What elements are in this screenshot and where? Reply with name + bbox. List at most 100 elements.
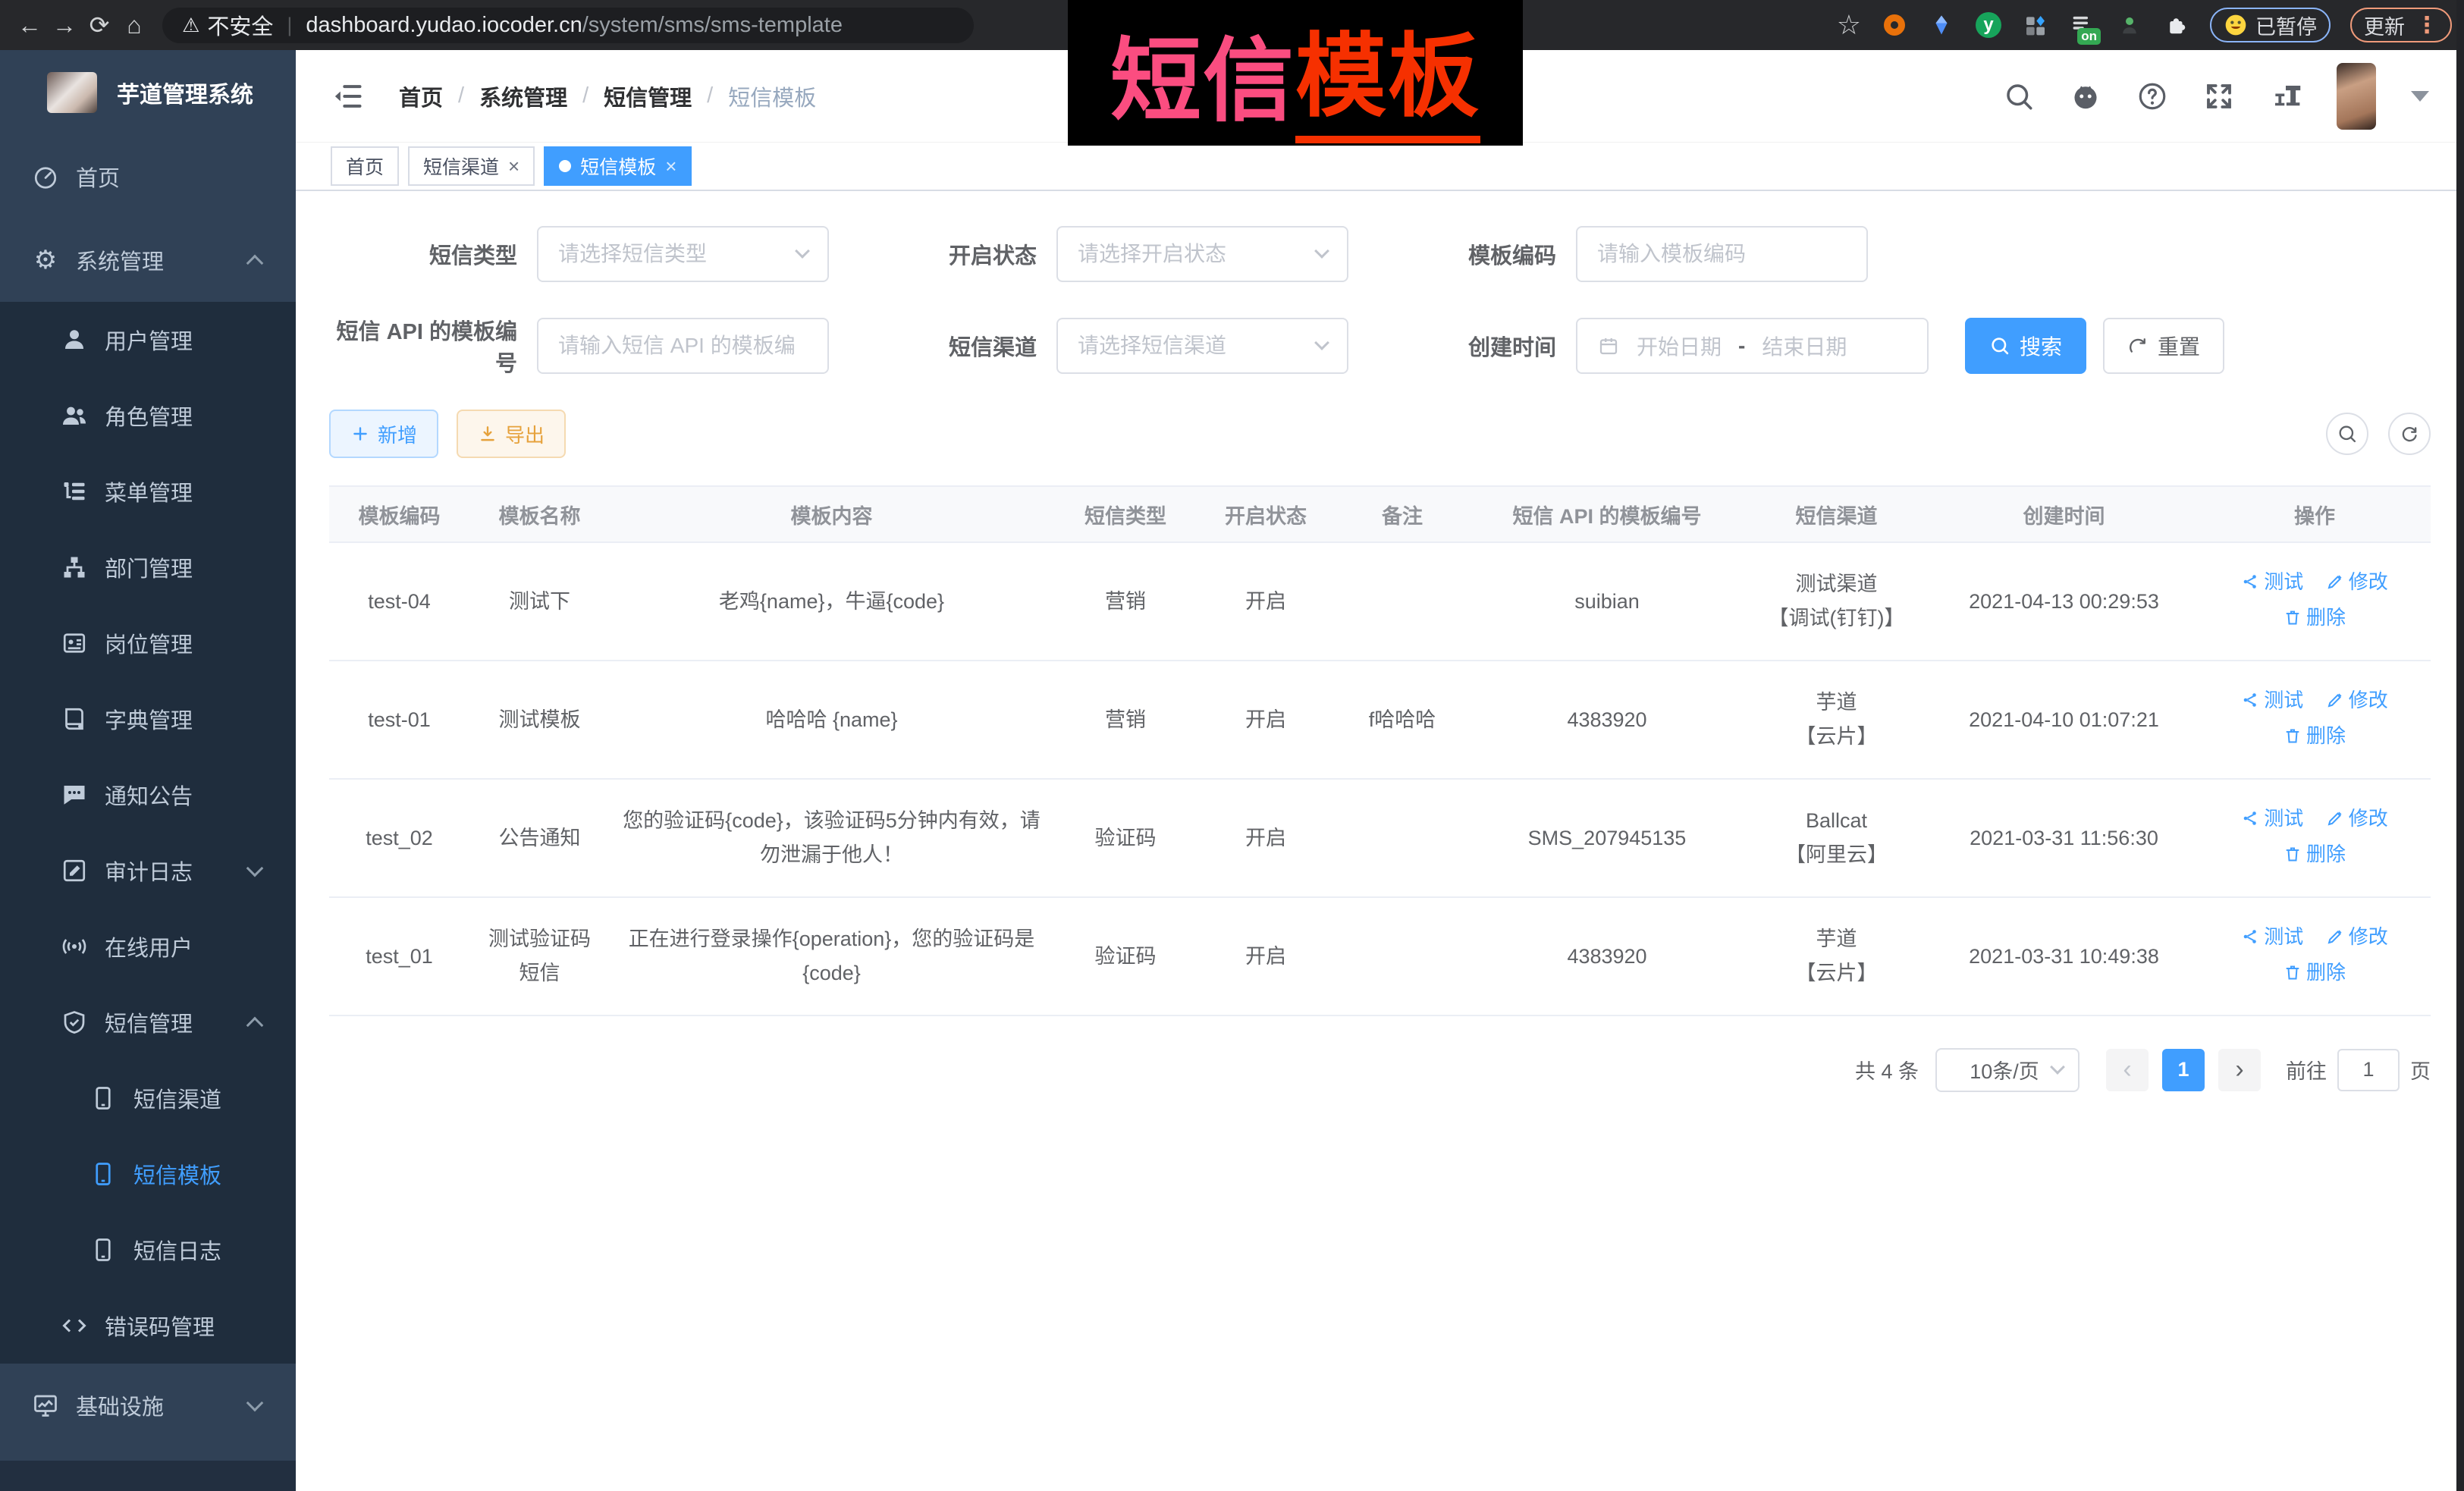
add-button[interactable]: 新增 [329, 410, 438, 458]
api-template-id-field[interactable] [537, 318, 829, 374]
sidebar-logo-row[interactable]: 芋道管理系统 [0, 50, 296, 135]
sidebar-group-infrastructure[interactable]: 基础设施 [0, 1364, 296, 1447]
user-avatar[interactable] [2337, 63, 2376, 130]
extensions-puzzle-icon[interactable] [2163, 11, 2190, 39]
sidebar-item-label: 部门管理 [105, 551, 193, 583]
refresh-table-button[interactable] [2388, 413, 2431, 455]
search-button[interactable]: 搜索 [1965, 318, 2086, 374]
fullscreen-icon[interactable] [2203, 80, 2235, 112]
sidebar-group-system[interactable]: ⚙ 系统管理 [0, 218, 296, 302]
sidebar-group-audit-log[interactable]: 审计日志 [0, 833, 296, 909]
prev-page-button[interactable]: ‹ [2106, 1049, 2149, 1091]
breadcrumb-sms[interactable]: 短信管理 [604, 80, 692, 112]
sidebar-item-home[interactable]: 首页 [0, 135, 296, 218]
export-button[interactable]: 导出 [457, 410, 566, 458]
template-code-input[interactable] [1597, 242, 1847, 266]
breadcrumb-system[interactable]: 系统管理 [479, 80, 567, 112]
sms-channel-input[interactable] [1078, 334, 1317, 358]
breadcrumb-separator: / [582, 83, 589, 108]
tab-home[interactable]: 首页 [331, 146, 399, 186]
goto-page-input[interactable] [2337, 1049, 2400, 1091]
date-range-picker[interactable]: 开始日期 - 结束日期 [1576, 318, 1929, 374]
delete-link[interactable]: 删除 [2284, 720, 2346, 752]
test-link[interactable]: 测试 [2241, 921, 2303, 953]
col-header-type: 短信类型 [1053, 486, 1197, 542]
sms-type-input[interactable] [558, 242, 797, 266]
extension-person-icon[interactable] [2116, 11, 2143, 39]
breadcrumb-home[interactable]: 首页 [399, 80, 443, 112]
close-icon[interactable]: × [508, 156, 519, 176]
test-link[interactable]: 测试 [2241, 684, 2303, 717]
edit-link[interactable]: 修改 [2326, 802, 2388, 835]
sms-template-table: 模板编码 模板名称 模板内容 短信类型 开启状态 备注 短信 API 的模板编号… [329, 485, 2431, 1016]
show-search-button[interactable] [2326, 413, 2368, 455]
font-size-icon[interactable] [2270, 80, 2302, 112]
extension-drop-icon[interactable] [1928, 11, 1955, 39]
reset-button[interactable]: 重置 [2103, 318, 2224, 374]
test-link[interactable]: 测试 [2241, 566, 2303, 598]
github-icon[interactable] [2070, 80, 2101, 112]
cell-name: 测试模板 [469, 661, 610, 779]
sidebar-item-sms-template[interactable]: 短信模板 [0, 1136, 296, 1212]
address-bar[interactable]: ⚠ 不安全 | dashboard.yudao.iocoder.cn/syste… [162, 8, 974, 43]
browser-back-button[interactable]: ← [12, 11, 47, 39]
sidebar-item-error-codes[interactable]: 错误码管理 [0, 1288, 296, 1364]
current-page[interactable]: 1 [2162, 1049, 2205, 1091]
sidebar-item-posts[interactable]: 岗位管理 [0, 605, 296, 681]
profile-paused-badge[interactable]: 已暂停 [2210, 8, 2331, 42]
sidebar-item-departments[interactable]: 部门管理 [0, 529, 296, 605]
extension-grid-icon[interactable] [2022, 11, 2049, 39]
delete-link[interactable]: 删除 [2284, 601, 2346, 634]
next-page-button[interactable]: › [2218, 1049, 2261, 1091]
tab-sms-template[interactable]: 短信模板 × [544, 146, 692, 186]
search-icon[interactable] [2003, 80, 2035, 112]
browser-update-button[interactable]: 更新 ⋮ [2350, 8, 2452, 42]
browser-reload-button[interactable]: ⟳ [82, 11, 117, 39]
extension-donut-icon[interactable] [1881, 11, 1908, 39]
template-code-field[interactable] [1576, 226, 1868, 282]
window-scrollbar[interactable] [2456, 0, 2464, 1491]
extension-list-icon[interactable]: on [2069, 11, 2096, 39]
sms-type-select[interactable] [537, 226, 829, 282]
sidebar-item-label: 短信模板 [133, 1158, 221, 1190]
sidebar-item-dictionaries[interactable]: 字典管理 [0, 681, 296, 757]
edit-link[interactable]: 修改 [2326, 921, 2388, 953]
sidebar-item-sms-channel[interactable]: 短信渠道 [0, 1060, 296, 1136]
api-template-id-input[interactable] [558, 334, 808, 358]
date-start-placeholder: 开始日期 [1637, 331, 1722, 361]
filter-created-time: 创建时间 开始日期 - 结束日期 [1368, 318, 1929, 374]
sidebar-item-online-users[interactable]: 在线用户 [0, 909, 296, 984]
breadcrumb-separator: / [707, 83, 713, 108]
grid-icon [2023, 13, 2048, 37]
goto-page: 前往 页 [2286, 1049, 2431, 1091]
download-icon [478, 424, 498, 444]
sidebar-item-sms-log[interactable]: 短信日志 [0, 1212, 296, 1288]
sidebar-item-users[interactable]: 用户管理 [0, 302, 296, 378]
delete-link[interactable]: 删除 [2284, 838, 2346, 871]
browser-forward-button[interactable]: → [47, 11, 82, 39]
sidebar-item-roles[interactable]: 角色管理 [0, 378, 296, 454]
col-header-name: 模板名称 [469, 486, 610, 542]
avatar-caret-icon[interactable] [2411, 91, 2429, 102]
close-icon[interactable]: × [665, 156, 676, 176]
table-header-row: 模板编码 模板名称 模板内容 短信类型 开启状态 备注 短信 API 的模板编号… [329, 486, 2431, 542]
sms-channel-select[interactable] [1056, 318, 1348, 374]
sidebar-item-notices[interactable]: 通知公告 [0, 757, 296, 833]
edit-link[interactable]: 修改 [2326, 566, 2388, 598]
tab-sms-channel[interactable]: 短信渠道 × [408, 146, 535, 186]
sidebar-group-sms[interactable]: 短信管理 [0, 984, 296, 1060]
status-input[interactable] [1078, 242, 1317, 266]
browser-menu-icon[interactable]: ⋮ [2415, 12, 2438, 39]
help-icon[interactable] [2136, 80, 2168, 112]
sidebar-item-menus[interactable]: 菜单管理 [0, 454, 296, 529]
test-link[interactable]: 测试 [2241, 802, 2303, 835]
edit-link[interactable]: 修改 [2326, 684, 2388, 717]
status-select[interactable] [1056, 226, 1348, 282]
bookmark-star-icon[interactable]: ☆ [1837, 9, 1861, 41]
collapse-sidebar-icon[interactable] [331, 80, 364, 113]
refresh-icon [2399, 423, 2420, 444]
extension-y-icon[interactable]: y [1975, 11, 2002, 39]
page-size-select[interactable]: 10条/页 [1935, 1048, 2079, 1092]
delete-link[interactable]: 删除 [2284, 956, 2346, 989]
browser-home-button[interactable]: ⌂ [117, 11, 152, 39]
